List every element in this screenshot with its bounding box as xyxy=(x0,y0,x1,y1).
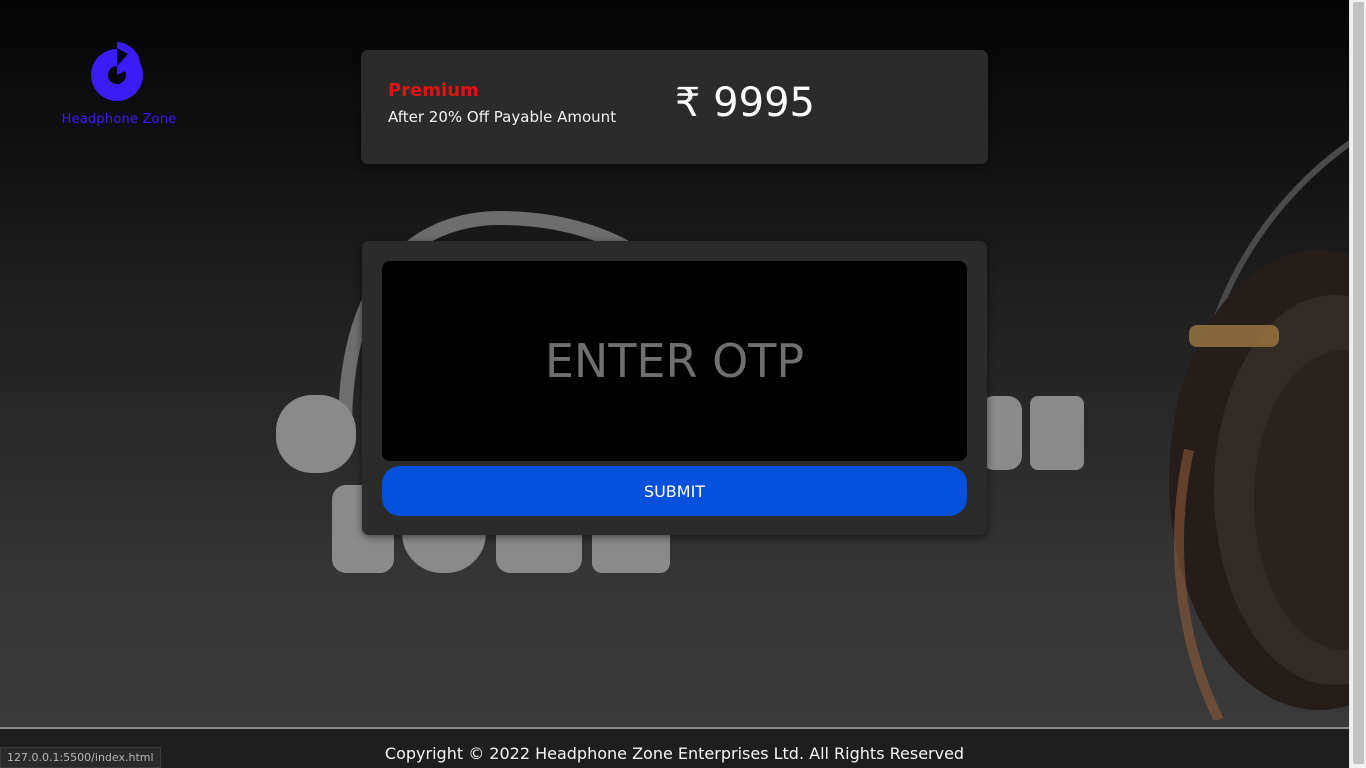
vertical-scrollbar[interactable] xyxy=(1349,0,1366,768)
brand-name: Headphone Zone xyxy=(61,112,177,127)
footer-copyright: Copyright © 2022 Headphone Zone Enterpri… xyxy=(384,744,965,763)
brand-logo[interactable]: Headphone Zone xyxy=(56,40,182,127)
headphone-zone-logo-icon xyxy=(91,42,143,101)
otp-form-card: SUBMIT xyxy=(362,241,987,535)
submit-button[interactable]: SUBMIT xyxy=(382,466,967,516)
page-background: Headphone Zone Premium After 20% Off Pay… xyxy=(0,0,1349,768)
plan-description: After 20% Off Payable Amount xyxy=(388,108,617,126)
background-headphone-image xyxy=(1169,140,1349,720)
plan-price: ₹ 9995 xyxy=(675,80,815,126)
footer: Copyright © 2022 Headphone Zone Enterpri… xyxy=(0,727,1349,768)
plan-price-card: Premium After 20% Off Payable Amount ₹ 9… xyxy=(361,50,988,164)
scrollbar-thumb[interactable] xyxy=(1353,2,1364,764)
otp-input[interactable] xyxy=(382,261,967,461)
plan-name: Premium xyxy=(388,80,479,101)
status-bar-url: 127.0.0.1:5500/index.html xyxy=(0,747,161,768)
